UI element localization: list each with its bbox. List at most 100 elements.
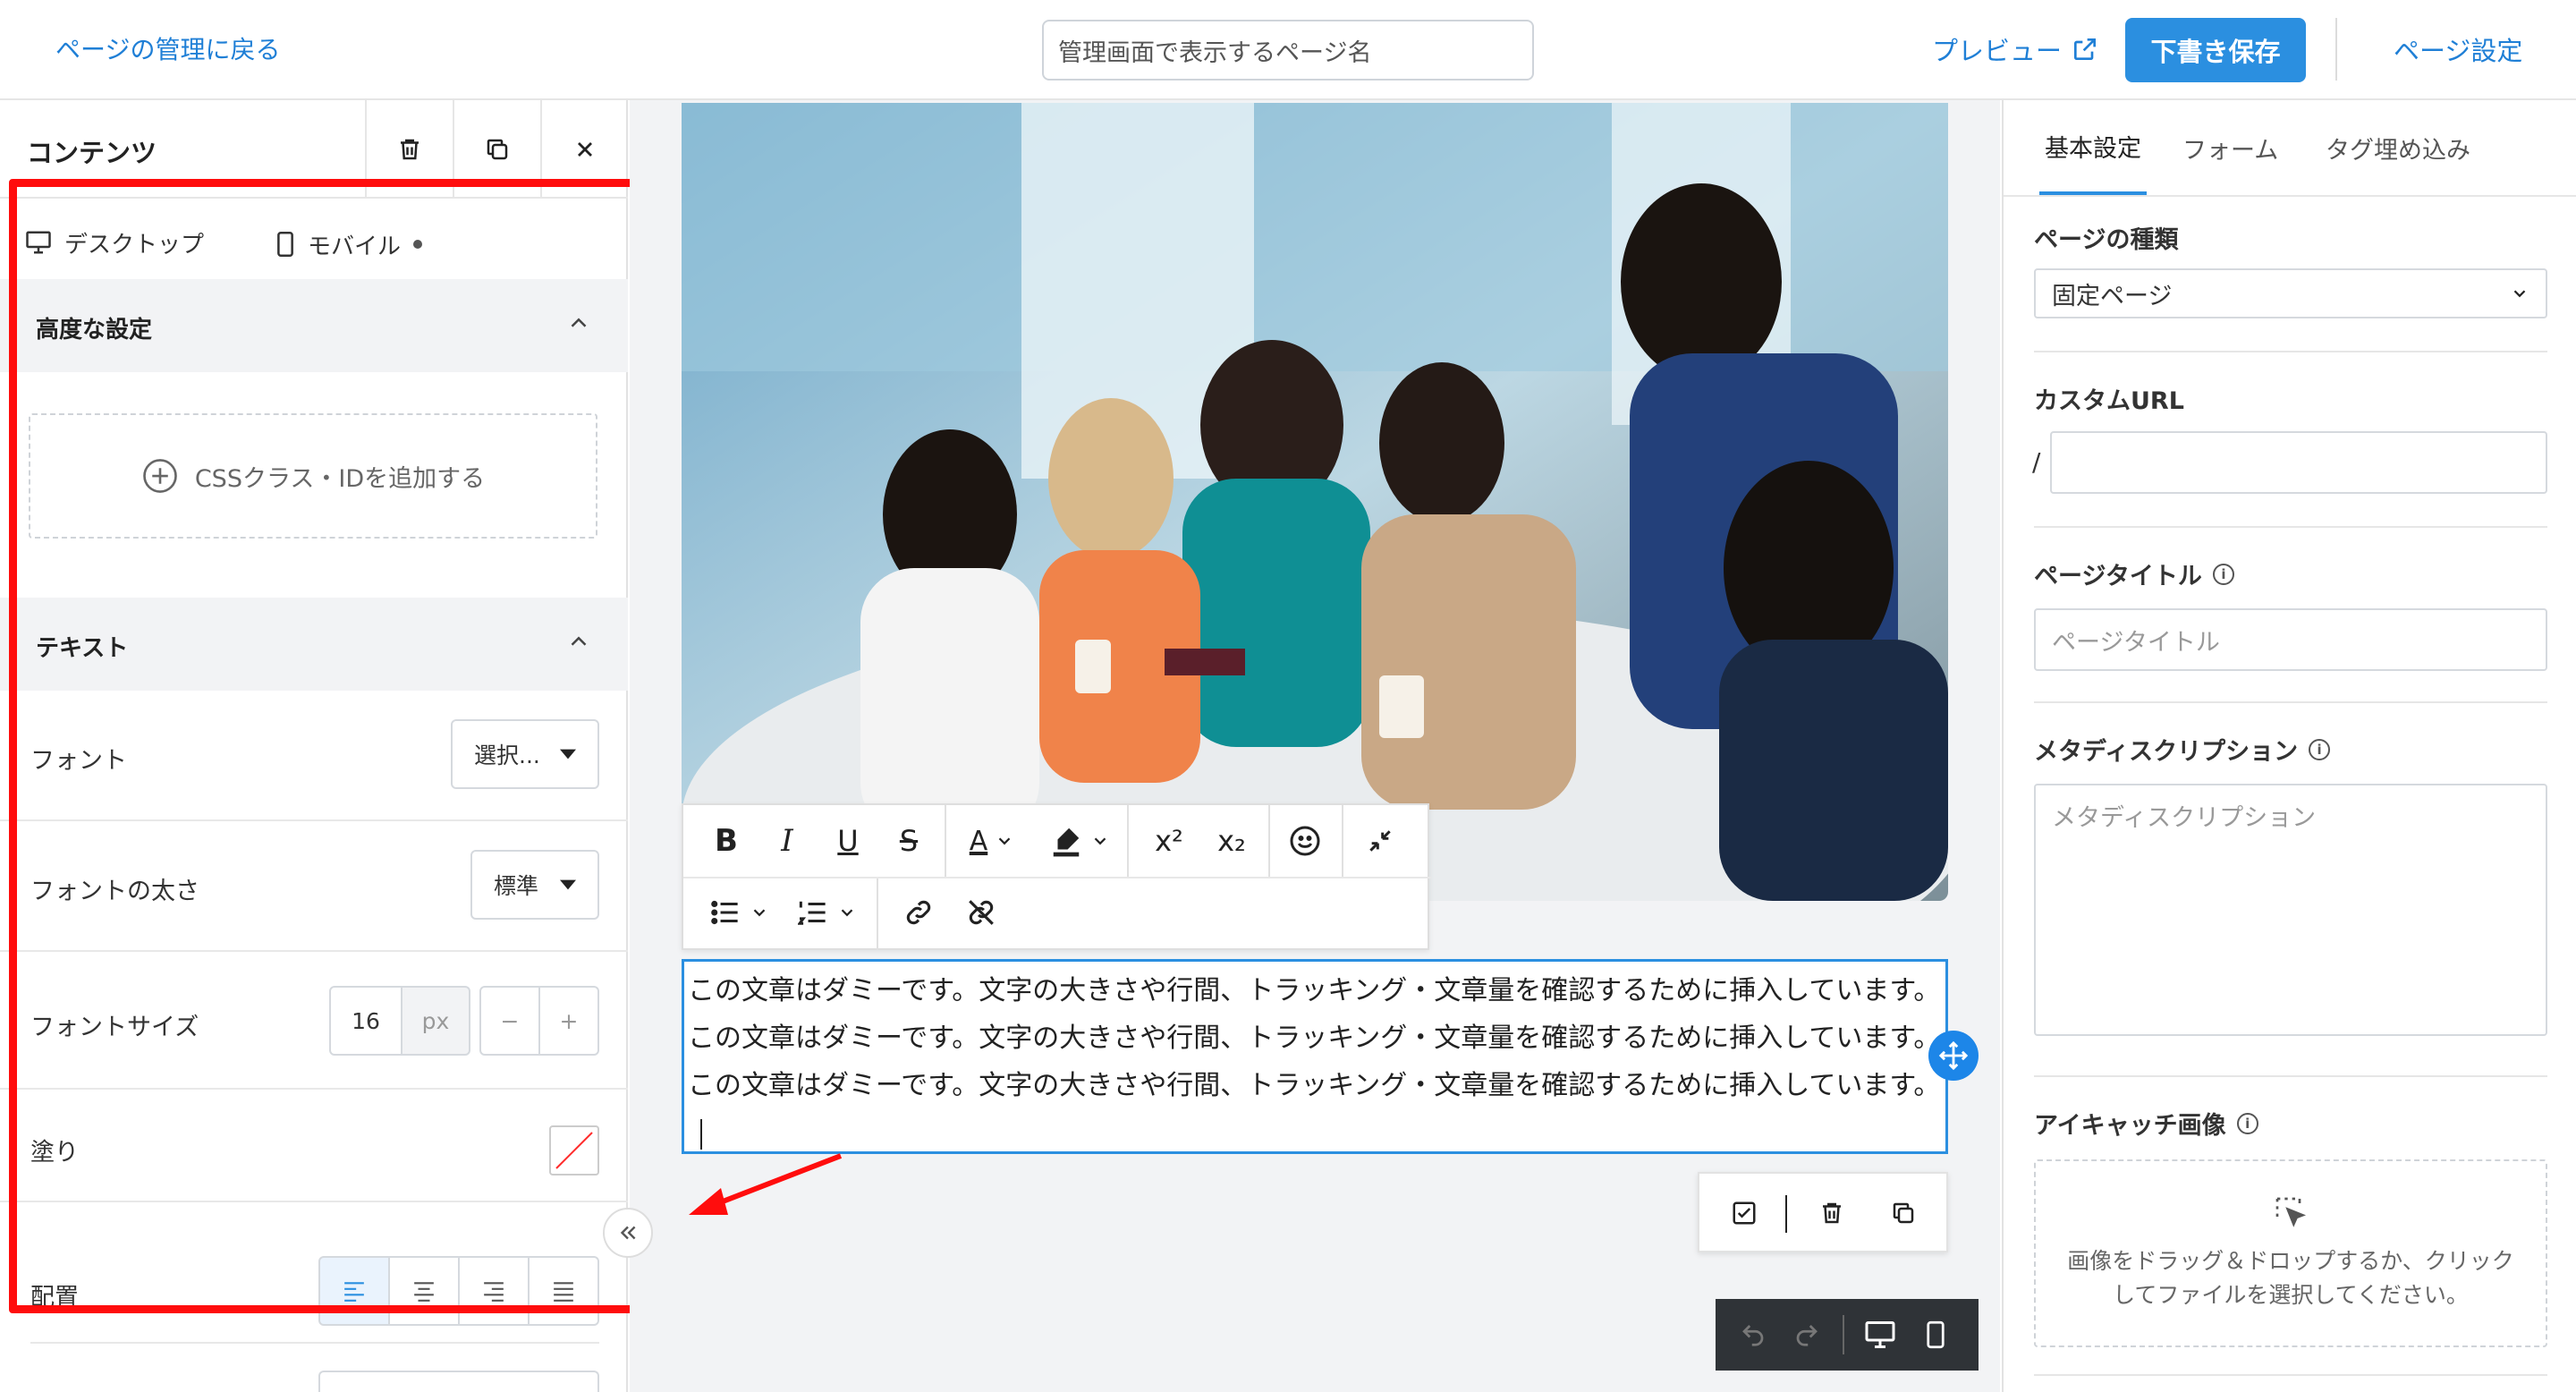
select-block-button[interactable] <box>1717 1179 1771 1247</box>
page-name-input[interactable]: 管理画面で表示するページ名 <box>1042 20 1534 81</box>
emoji-button[interactable] <box>1274 807 1336 875</box>
delete-block-button[interactable] <box>365 100 453 199</box>
desktop-icon <box>1865 1321 1895 1348</box>
underline-button[interactable]: U <box>821 807 875 875</box>
fill-color-swatch[interactable] <box>549 1125 599 1176</box>
caret-down-icon <box>560 749 576 760</box>
collapse-toolbar-button[interactable] <box>1349 807 1411 875</box>
text-color-button[interactable]: A <box>952 807 1032 875</box>
external-link-icon <box>2074 38 2097 60</box>
double-chevron-left-icon <box>620 1226 636 1240</box>
page-settings-link[interactable]: ページ設定 <box>2394 30 2522 68</box>
align-row: 配置 <box>0 1202 628 1326</box>
page-name-placeholder: 管理画面で表示するページ名 <box>1058 38 1372 67</box>
eyecatch-label: アイキャッチ画像 i <box>2034 1106 2258 1141</box>
font-select[interactable]: 選択... <box>451 719 599 789</box>
trash-icon <box>401 139 419 160</box>
advanced-section-header[interactable]: 高度な設定 <box>0 279 628 372</box>
highlighter-icon <box>1053 828 1080 857</box>
delete-selected-block-button[interactable] <box>1805 1179 1859 1247</box>
font-weight-label: フォントの太さ <box>30 878 199 905</box>
toolbar-divider <box>945 805 946 877</box>
chevron-down-icon <box>841 909 853 917</box>
tabs-divider <box>2004 195 2576 197</box>
align-justify-button[interactable] <box>528 1256 599 1326</box>
eyecatch-dropzone[interactable]: 画像をドラッグ＆ドロップするか、クリックしてファイルを選択してください。 <box>2034 1159 2547 1347</box>
custom-url-label-text: カスタムURL <box>2034 387 2184 415</box>
panel-header: コンテンツ <box>0 100 628 199</box>
meta-description-textarea[interactable]: メタディスクリプション <box>2034 784 2547 1036</box>
tab-tag-embed[interactable]: タグ埋め込み <box>2326 100 2470 195</box>
subscript-button[interactable]: x₂ <box>1202 807 1261 875</box>
superscript-button[interactable]: x² <box>1140 807 1199 875</box>
close-panel-button[interactable] <box>540 100 628 199</box>
duplicate-selected-block-button[interactable] <box>1877 1179 1930 1247</box>
mobile-icon <box>277 232 293 257</box>
add-css-class-button[interactable]: CSSクラス・IDを追加する <box>29 413 597 539</box>
font-weight-select[interactable]: 標準 <box>470 850 599 920</box>
action-divider <box>1785 1195 1787 1233</box>
insert-link-button[interactable] <box>889 878 948 946</box>
toolbar-divider <box>1342 805 1343 877</box>
tab-form[interactable]: フォーム <box>2182 100 2278 195</box>
align-center-button[interactable] <box>388 1256 460 1326</box>
font-size-increment-button[interactable]: + <box>538 986 599 1056</box>
chevron-down-icon <box>2513 290 2526 298</box>
copy-icon <box>487 139 508 160</box>
toolbar-divider <box>877 878 878 950</box>
back-to-pages-link[interactable]: ページの管理に戻る <box>55 30 280 66</box>
no-color-icon <box>555 1132 593 1169</box>
numbered-list-button[interactable] <box>787 878 868 946</box>
undo-icon <box>1742 1325 1764 1346</box>
font-weight-row: フォントの太さ 標準 <box>0 821 628 952</box>
fill-row: 塗り <box>0 1090 628 1202</box>
hero-photo[interactable] <box>682 103 1948 901</box>
selected-text-block[interactable]: この文章はダミーです。文字の大きさや行間、トラッキング・文章量を確認するために挿… <box>682 959 1948 1154</box>
bullet-list-button[interactable] <box>699 878 780 946</box>
close-icon <box>578 142 592 157</box>
collapse-panel-button[interactable] <box>603 1208 653 1258</box>
desktop-view-button[interactable] <box>1855 1301 1905 1369</box>
section-divider <box>2034 351 2547 352</box>
page-title-input[interactable]: ページタイトル <box>2034 608 2547 671</box>
redo-icon <box>1796 1325 1818 1346</box>
align-right-button[interactable] <box>458 1256 530 1326</box>
info-icon[interactable]: i <box>2212 563 2234 585</box>
page-type-select[interactable]: 固定ページ <box>2034 268 2547 318</box>
page-title-label-text: ページタイトル <box>2034 563 2202 590</box>
align-justify-icon <box>554 1282 573 1302</box>
page-title-placeholder: ページタイトル <box>2052 628 2220 657</box>
device-tabs: デスクトップ モバイル <box>0 200 628 288</box>
font-size-input[interactable]: 16 <box>329 986 402 1056</box>
tab-basic-settings[interactable]: 基本設定 <box>2039 100 2147 195</box>
top-header: ページの管理に戻る 管理画面で表示するページ名 プレビュー 下書き保存 ページ設… <box>0 0 2576 100</box>
save-draft-button[interactable]: 下書き保存 <box>2125 18 2306 82</box>
preview-link[interactable]: プレビュー <box>1932 30 2099 68</box>
tab-mobile[interactable]: モバイル <box>275 200 423 288</box>
font-size-unit: px <box>401 986 470 1056</box>
undo-button[interactable] <box>1728 1301 1778 1369</box>
strikethrough-button[interactable]: S <box>882 807 936 875</box>
redo-button[interactable] <box>1782 1301 1832 1369</box>
image-select-icon <box>2275 1197 2307 1227</box>
custom-url-input[interactable] <box>2050 431 2547 494</box>
duplicate-block-button[interactable] <box>453 100 540 199</box>
info-icon[interactable]: i <box>2309 738 2331 760</box>
mobile-view-button[interactable] <box>1911 1301 1961 1369</box>
bold-button[interactable]: B <box>699 807 753 875</box>
align-left-button[interactable] <box>318 1256 390 1326</box>
copy-icon <box>1893 1202 1914 1224</box>
text-section-header[interactable]: テキスト <box>0 598 628 691</box>
section-divider <box>2034 701 2547 703</box>
tab-desktop[interactable]: デスクトップ <box>25 200 232 288</box>
move-block-handle[interactable] <box>1928 1031 1979 1081</box>
emoji-icon <box>1290 826 1320 856</box>
italic-button[interactable]: I <box>760 807 814 875</box>
text-color-label: A <box>969 825 988 857</box>
remove-link-button[interactable] <box>952 878 1011 946</box>
info-icon[interactable]: i <box>2236 1112 2258 1134</box>
highlight-color-button[interactable] <box>1039 807 1120 875</box>
annotation-arrow-icon <box>689 1153 843 1215</box>
chevron-down-icon <box>1094 837 1106 845</box>
font-size-decrement-button[interactable]: − <box>479 986 540 1056</box>
